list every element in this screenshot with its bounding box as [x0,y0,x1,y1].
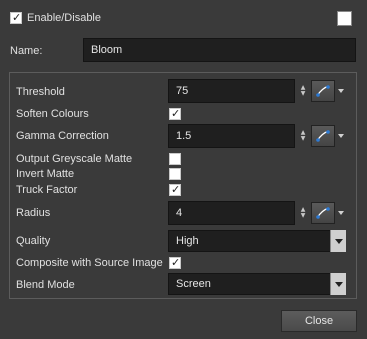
invert-matte-label: Invert Matte [16,168,75,180]
function-curve-icon [316,85,330,97]
gamma-spinner-icon[interactable]: ▲ ▼ [299,130,307,142]
enable-label: Enable/Disable [27,12,101,24]
composite-with-source-label: Composite with Source Image [16,257,163,269]
threshold-function-curve-button[interactable] [311,80,335,102]
blend-mode-value: Screen [176,278,211,290]
enable-checkbox[interactable]: ✓ [10,11,22,24]
quality-value: High [176,235,199,247]
blend-mode-select[interactable]: Screen [168,273,346,295]
check-icon: ✓ [171,107,181,120]
quality-label: Quality [16,235,51,247]
name-label: Name: [10,45,43,57]
quality-select[interactable]: High [168,230,346,252]
check-icon: ✓ [171,183,181,196]
blend-mode-label: Blend Mode [16,279,75,291]
function-curve-icon [316,207,330,219]
gamma-correction-input[interactable]: 1.5 [168,124,295,148]
close-button[interactable]: Close [281,310,357,332]
gamma-correction-label: Gamma Correction [16,130,109,142]
radius-menu-arrow-icon[interactable] [338,211,344,215]
gamma-function-curve-button[interactable] [311,125,335,147]
threshold-label: Threshold [16,86,65,98]
truck-factor-label: Truck Factor [16,184,78,196]
check-icon: ✓ [171,256,181,269]
threshold-menu-arrow-icon[interactable] [338,89,344,93]
threshold-spinner-icon[interactable]: ▲ ▼ [299,85,307,97]
color-swatch[interactable] [337,11,352,26]
threshold-input[interactable]: 75 [168,79,295,103]
name-input[interactable]: Bloom [83,38,356,62]
soften-colours-label: Soften Colours [16,108,89,120]
composite-with-source-checkbox[interactable]: ✓ [169,256,181,269]
chevron-down-icon[interactable] [330,273,346,295]
radius-label: Radius [16,207,51,219]
check-icon: ✓ [12,11,22,24]
gamma-menu-arrow-icon[interactable] [338,134,344,138]
truck-factor-checkbox[interactable]: ✓ [169,183,181,196]
invert-matte-checkbox[interactable] [169,168,181,180]
soften-colours-checkbox[interactable]: ✓ [169,107,181,120]
output-greyscale-matte-label: Output Greyscale Matte [16,153,133,165]
radius-function-curve-button[interactable] [311,202,335,224]
radius-spinner-icon[interactable]: ▲ ▼ [299,207,307,219]
chevron-down-icon[interactable] [330,230,346,252]
output-greyscale-matte-checkbox[interactable] [169,153,181,165]
radius-input[interactable]: 4 [168,201,295,225]
function-curve-icon [316,130,330,142]
